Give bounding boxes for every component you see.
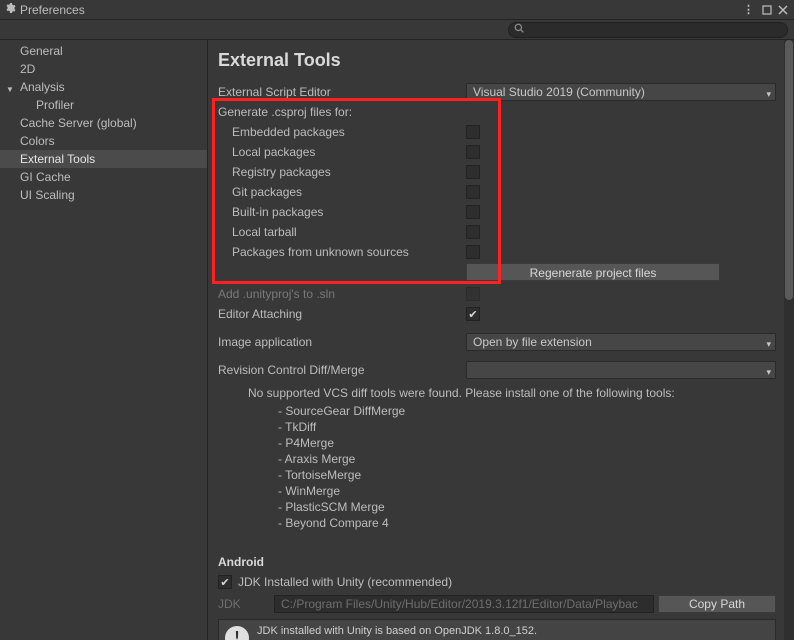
add-unityproj-checkbox: [466, 287, 480, 301]
jdk-label: JDK: [218, 597, 274, 611]
csproj-heading: Generate .csproj files for:: [218, 105, 466, 119]
add-unityproj-label: Add .unityproj's to .sln: [218, 287, 466, 301]
search-input[interactable]: [508, 22, 788, 38]
csproj-git-checkbox[interactable]: [466, 185, 480, 199]
kebab-icon[interactable]: ⋮: [742, 3, 756, 17]
revision-dropdown[interactable]: ▾: [466, 361, 776, 379]
csproj-tarball-label: Local tarball: [218, 225, 466, 239]
jdk-info-message: ! JDK installed with Unity is based on O…: [218, 619, 776, 640]
gear-icon: [4, 2, 16, 17]
window-title: Preferences: [20, 3, 740, 17]
csproj-registry-label: Registry packages: [218, 165, 466, 179]
sidebar-item-analysis[interactable]: ▼ Analysis: [0, 78, 207, 96]
main-panel: External Tools External Script Editor Vi…: [208, 40, 794, 640]
external-editor-label: External Script Editor: [218, 85, 466, 99]
vertical-scrollbar[interactable]: [784, 40, 794, 640]
sidebar-item-external-tools[interactable]: External Tools: [0, 150, 207, 168]
sidebar-item-general[interactable]: General: [0, 42, 207, 60]
sidebar-item-2d[interactable]: 2D: [0, 60, 207, 78]
csproj-local-label: Local packages: [218, 145, 466, 159]
jdk-installed-label: JDK Installed with Unity (recommended): [238, 575, 452, 589]
jdk-path-field: C:/Program Files/Unity/Hub/Editor/2019.3…: [274, 595, 654, 613]
revision-info: No supported VCS diff tools were found. …: [218, 381, 776, 535]
revision-label: Revision Control Diff/Merge: [218, 363, 466, 377]
titlebar: Preferences ⋮: [0, 0, 794, 20]
sidebar-item-cache-server[interactable]: Cache Server (global): [0, 114, 207, 132]
sidebar-item-profiler[interactable]: Profiler: [0, 96, 207, 114]
close-icon[interactable]: [776, 3, 790, 17]
csproj-embedded-checkbox[interactable]: [466, 125, 480, 139]
page-title: External Tools: [218, 50, 776, 71]
search-icon: [514, 23, 524, 36]
editor-attaching-label: Editor Attaching: [218, 307, 466, 321]
maximize-icon[interactable]: [760, 3, 774, 17]
copy-path-button[interactable]: Copy Path: [658, 595, 776, 613]
search-row: [0, 20, 794, 40]
csproj-unknown-label: Packages from unknown sources: [218, 245, 466, 259]
csproj-embedded-label: Embedded packages: [218, 125, 466, 139]
csproj-tarball-checkbox[interactable]: [466, 225, 480, 239]
sidebar-item-gi-cache[interactable]: GI Cache: [0, 168, 207, 186]
chevron-down-icon: ▾: [766, 364, 771, 379]
android-heading: Android: [218, 555, 776, 569]
jdk-installed-checkbox[interactable]: ✔: [218, 575, 232, 589]
image-app-label: Image application: [218, 335, 466, 349]
chevron-down-icon: ▾: [766, 86, 771, 101]
csproj-builtin-checkbox[interactable]: [466, 205, 480, 219]
csproj-unknown-checkbox[interactable]: [466, 245, 480, 259]
scrollbar-thumb[interactable]: [785, 40, 793, 300]
editor-attaching-checkbox[interactable]: ✔: [466, 307, 480, 321]
csproj-builtin-label: Built-in packages: [218, 205, 466, 219]
sidebar: General 2D ▼ Analysis Profiler Cache Ser…: [0, 40, 208, 640]
sidebar-item-ui-scaling[interactable]: UI Scaling: [0, 186, 207, 204]
image-app-dropdown[interactable]: Open by file extension ▾: [466, 333, 776, 351]
csproj-local-checkbox[interactable]: [466, 145, 480, 159]
chevron-down-icon: ▾: [766, 336, 771, 351]
external-editor-dropdown[interactable]: Visual Studio 2019 (Community) ▾: [466, 83, 776, 101]
info-icon: !: [225, 626, 249, 640]
csproj-git-label: Git packages: [218, 185, 466, 199]
sidebar-item-colors[interactable]: Colors: [0, 132, 207, 150]
csproj-registry-checkbox[interactable]: [466, 165, 480, 179]
regenerate-button[interactable]: Regenerate project files: [466, 263, 720, 281]
